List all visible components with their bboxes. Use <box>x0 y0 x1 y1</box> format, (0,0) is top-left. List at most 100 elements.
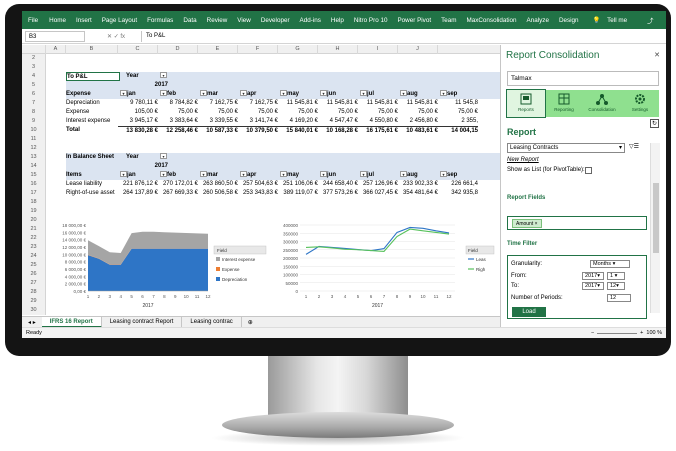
row-label[interactable]: Depreciation <box>66 99 118 108</box>
tell-me-search[interactable]: 💡 Tell me <box>588 16 638 24</box>
value-cell[interactable]: 3 141,74 € <box>238 117 278 126</box>
dropdown-icon[interactable]: ▾ <box>440 171 447 178</box>
ribbon-tab[interactable]: Team <box>436 17 461 24</box>
value-cell[interactable]: 10 483,61 € <box>398 126 438 135</box>
row-label[interactable]: Lease liability <box>66 180 118 189</box>
value-cell[interactable]: 13 830,28 € <box>118 126 158 135</box>
ribbon-tab[interactable]: MaxConsolidation <box>461 17 521 24</box>
value-cell[interactable]: 14 004,15 <box>438 126 478 135</box>
value-cell[interactable]: 264 137,89 € <box>118 189 158 198</box>
row-header[interactable]: 7 <box>22 99 46 108</box>
row-header[interactable]: 5 <box>22 81 46 90</box>
zoom-minus-icon[interactable]: − <box>591 330 594 336</box>
month-header[interactable]: ▾ feb <box>158 90 198 99</box>
column-header[interactable]: D <box>158 45 198 54</box>
row-header[interactable]: 14 <box>22 162 46 171</box>
value-cell[interactable]: 2 456,80 € <box>398 117 438 126</box>
row-header[interactable]: 9 <box>22 117 46 126</box>
row-header[interactable]: 12 <box>22 144 46 153</box>
row-header[interactable]: 17 <box>22 189 46 198</box>
add-sheet-icon[interactable]: ⊕ <box>242 319 259 326</box>
value-cell[interactable]: 257 504,63 € <box>238 180 278 189</box>
row-label[interactable]: Expense <box>66 108 118 117</box>
filter-icon[interactable]: ▽☰ <box>629 143 639 150</box>
nav-reporting[interactable]: Reporting <box>545 90 583 117</box>
column-header[interactable]: G <box>278 45 318 54</box>
value-cell[interactable]: 9 780,11 € <box>118 99 158 108</box>
value-cell[interactable]: 354 481,64 € <box>398 189 438 198</box>
value-cell[interactable]: 257 126,96 € <box>358 180 398 189</box>
value-cell[interactable]: 10 168,28 € <box>318 126 358 135</box>
value-cell[interactable]: 4 169,20 € <box>278 117 318 126</box>
dropdown-icon[interactable]: ▾ <box>280 90 287 97</box>
close-icon[interactable]: ✕ <box>654 51 660 59</box>
value-cell[interactable]: 75,00 € <box>318 108 358 117</box>
month-header[interactable]: ▾ jul <box>358 90 398 99</box>
value-cell[interactable]: 11 545,81 € <box>398 99 438 108</box>
row-header[interactable]: 4 <box>22 72 46 81</box>
dropdown-icon[interactable]: ▾ <box>280 171 287 178</box>
month-header[interactable]: ▾ aug <box>398 90 438 99</box>
column-header[interactable]: B <box>66 45 118 54</box>
month-header[interactable]: ▾ sep <box>438 90 478 99</box>
nav-reports[interactable]: Reports <box>506 89 546 118</box>
select-all-corner[interactable] <box>22 45 46 54</box>
ribbon-tab[interactable]: File <box>22 17 44 24</box>
dropdown-icon[interactable]: ▾ <box>160 90 167 97</box>
to-year-select[interactable]: 2017▾ <box>582 282 604 290</box>
ribbon-tab[interactable]: Insert <box>71 17 97 24</box>
value-cell[interactable]: 226 661,4 <box>438 180 478 189</box>
row-header[interactable]: 29 <box>22 297 46 306</box>
month-header[interactable]: ▾ may <box>278 171 318 180</box>
dropdown-icon[interactable]: ▾ <box>320 171 327 178</box>
value-cell[interactable]: 270 172,01 € <box>158 180 198 189</box>
value-cell[interactable]: 10 379,50 € <box>238 126 278 135</box>
dropdown-icon[interactable]: ▾ <box>160 171 167 178</box>
amount-chip[interactable]: Amount × <box>512 219 542 228</box>
ribbon-tab[interactable]: Power Pivot <box>392 17 436 24</box>
row-label[interactable]: Interest expense <box>66 117 118 126</box>
value-cell[interactable]: 75,00 € <box>358 108 398 117</box>
row-field-header[interactable]: Expense <box>66 90 114 99</box>
value-cell[interactable]: 11 545,81 € <box>358 99 398 108</box>
row-header[interactable]: 23 <box>22 243 46 252</box>
report-select[interactable]: Leasing Contracts ▾ <box>507 143 625 153</box>
value-cell[interactable]: 267 669,33 € <box>158 189 198 198</box>
from-month-select[interactable]: 1 ▾ <box>607 272 625 280</box>
month-header[interactable]: ▾ apr <box>238 90 278 99</box>
month-header[interactable]: ▾ mar <box>198 90 238 99</box>
ribbon-tab[interactable]: Design <box>554 17 584 24</box>
month-header[interactable]: ▾ aug <box>398 171 438 180</box>
row-header[interactable]: 20 <box>22 216 46 225</box>
value-cell[interactable]: 12 258,46 € <box>158 126 198 135</box>
value-cell[interactable]: 75,00 € <box>198 108 238 117</box>
dropdown-icon[interactable]: ▾ <box>200 90 207 97</box>
value-cell[interactable]: 75,00 € <box>278 108 318 117</box>
value-cell[interactable]: 10 587,33 € <box>198 126 238 135</box>
formula-input[interactable]: To P&L <box>141 30 409 42</box>
ribbon-tab[interactable]: Data <box>178 17 201 24</box>
month-header[interactable]: ▾ jul <box>358 171 398 180</box>
month-header[interactable]: ▾ feb <box>158 171 198 180</box>
value-cell[interactable]: 366 027,45 € <box>358 189 398 198</box>
row-header[interactable]: 15 <box>22 171 46 180</box>
filter-dropdown-icon[interactable]: ▾ <box>160 72 167 79</box>
dropdown-icon[interactable]: ▾ <box>400 90 407 97</box>
year-label[interactable]: Year <box>126 153 158 162</box>
line-chart[interactable]: 400000 350000 300000 250000 200000 150000 1000… <box>272 219 498 315</box>
value-cell[interactable]: 11 545,8 <box>438 99 478 108</box>
value-cell[interactable]: 8 784,82 € <box>158 99 198 108</box>
ribbon-tab[interactable]: Review <box>202 17 233 24</box>
dropdown-icon[interactable]: ▾ <box>240 90 247 97</box>
ribbon-tab[interactable]: Developer <box>256 17 295 24</box>
sheet-prev-icon[interactable]: ◂ <box>28 320 31 326</box>
value-cell[interactable]: 75,00 € <box>398 108 438 117</box>
value-cell[interactable]: 4 550,80 € <box>358 117 398 126</box>
row-header[interactable]: 2 <box>22 54 46 63</box>
month-header[interactable]: ▾ sep <box>438 171 478 180</box>
sheet-tab[interactable]: IFRS 16 Report <box>41 316 102 328</box>
row-header[interactable]: 10 <box>22 126 46 135</box>
row-header[interactable]: 11 <box>22 135 46 144</box>
name-box[interactable]: B3 <box>25 30 85 42</box>
year-dropdown[interactable]: ▾ <box>158 153 172 162</box>
